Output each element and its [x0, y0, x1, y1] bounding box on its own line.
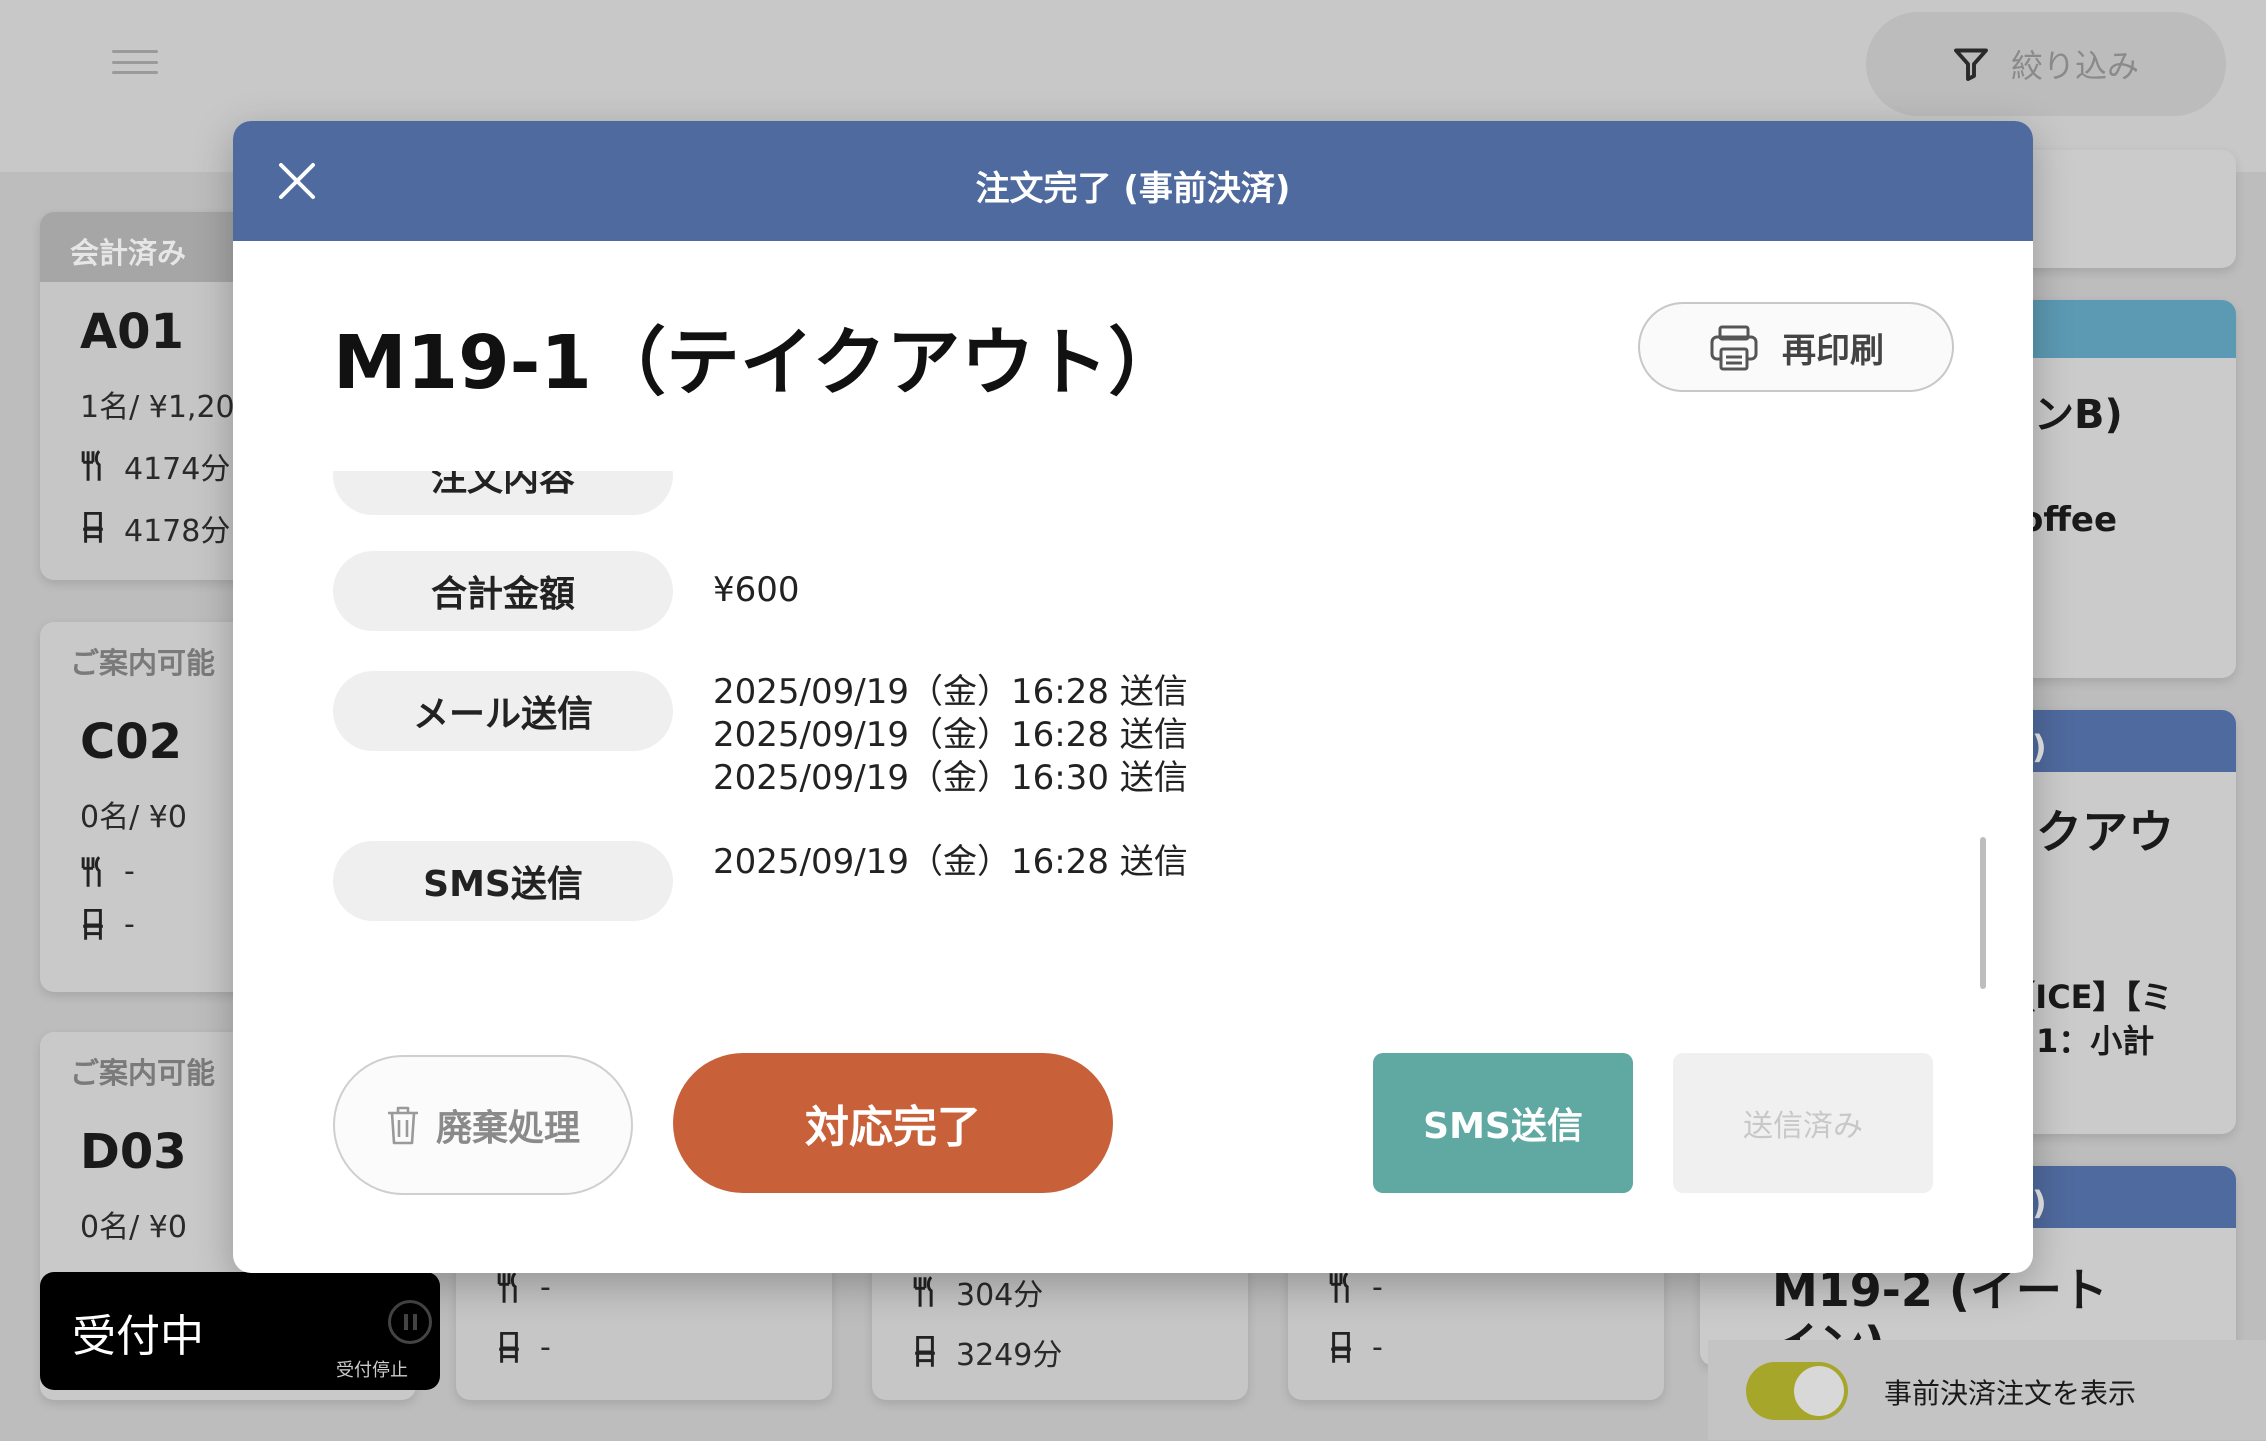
- dispose-button[interactable]: 廃棄処理: [333, 1055, 633, 1195]
- eat-time: -: [1372, 1270, 1383, 1305]
- eat-time-row: 304分: [912, 1270, 1043, 1314]
- trash-icon: [387, 1106, 418, 1145]
- utensils-icon: [81, 450, 101, 481]
- order-title: M19-1（テイクアウト）: [333, 320, 1183, 406]
- reprint-label: 再印刷: [1782, 330, 1884, 371]
- sms-row: SMS送信 2025/09/19（金）16:28 送信: [333, 841, 1188, 921]
- order-card-line: 1：小計: [2036, 1022, 2155, 1060]
- utensils-icon: [497, 1271, 517, 1303]
- mail-sent-entry: 2025/09/19（金）16:28 送信: [713, 715, 1188, 755]
- prepaid-toggle-area: 事前決済注文を表示: [1708, 1340, 2266, 1440]
- order-card-title: クアウ: [2036, 805, 2174, 859]
- sms-sent-entry: 2025/09/19（金）16:28 送信: [713, 842, 1188, 882]
- total-value: ¥600: [713, 570, 800, 610]
- eat-time-row: -: [1328, 1270, 1383, 1305]
- filter-label: 絞り込み: [2010, 47, 2139, 85]
- order-card-line: offee: [2020, 500, 2118, 540]
- reprint-button[interactable]: 再印刷: [1638, 302, 1954, 392]
- eat-time: 4174分: [124, 452, 231, 487]
- mail-values: 2025/09/19（金）16:28 送信 2025/09/19（金）16:28…: [713, 671, 1188, 800]
- sent-button: 送信済み: [1673, 1053, 1933, 1193]
- reception-status-button[interactable]: 受付中 受付停止: [40, 1272, 440, 1390]
- toggle-knob: [1794, 1366, 1844, 1416]
- eat-time: -: [540, 1270, 551, 1305]
- eat-time: -: [124, 854, 135, 889]
- reception-status: 受付中: [72, 1311, 204, 1362]
- mail-sent-entry: 2025/09/19（金）16:30 送信: [713, 758, 1188, 798]
- printer-icon: [1710, 325, 1758, 371]
- reception-stop-label: 受付停止: [336, 1360, 408, 1381]
- menu-icon[interactable]: [112, 50, 158, 74]
- order-contents-label: 注文内容: [430, 471, 575, 499]
- mail-sent-entry: 2025/09/19（金）16:28 送信: [713, 672, 1188, 712]
- pause-icon: [388, 1300, 432, 1344]
- filter-icon: [1954, 48, 1988, 81]
- utensils-icon: [81, 855, 101, 887]
- chair-icon: [83, 512, 103, 543]
- scrollbar[interactable]: [1980, 837, 1986, 989]
- eat-time-row: -: [496, 1270, 551, 1305]
- prepaid-orders-toggle[interactable]: [1746, 1362, 1848, 1420]
- seat-time: 3249分: [956, 1338, 1063, 1373]
- utensils-icon: [913, 1276, 933, 1307]
- filter-button[interactable]: 絞り込み: [1866, 12, 2226, 116]
- seat-time: 4178分: [124, 514, 231, 549]
- order-complete-modal: 注文完了 (事前決済) M19-1（テイクアウト） 再印刷 注文内容 合計金額 …: [233, 121, 2033, 1273]
- modal-title: 注文完了 (事前決済): [975, 169, 1291, 209]
- chair-icon: [83, 908, 103, 940]
- seat-time-row: 3249分: [912, 1330, 1062, 1374]
- seat-time: -: [540, 1330, 551, 1365]
- mail-row: メール送信 2025/09/19（金）16:28 送信 2025/09/19（金…: [333, 671, 1188, 800]
- mail-label: メール送信: [333, 671, 673, 751]
- total-label: 合計金額: [333, 551, 673, 631]
- total-row: 合計金額 ¥600: [333, 551, 800, 631]
- seat-time-row: -: [496, 1330, 551, 1365]
- modal-header: 注文完了 (事前決済): [233, 121, 2033, 241]
- sms-values: 2025/09/19（金）16:28 送信: [713, 841, 1188, 921]
- sms-label: SMS送信: [333, 841, 673, 921]
- eat-time: 304分: [956, 1278, 1044, 1313]
- seat-time: -: [124, 907, 135, 942]
- chair-icon: [499, 1331, 519, 1363]
- chair-icon: [915, 1336, 935, 1367]
- prepaid-orders-toggle-label: 事前決済注文を表示: [1884, 1377, 2137, 1410]
- seat-time-row: -: [1328, 1330, 1383, 1365]
- dispose-label: 廃棄処理: [435, 1108, 580, 1149]
- utensils-icon: [1329, 1271, 1349, 1303]
- complete-button[interactable]: 対応完了: [673, 1053, 1113, 1193]
- send-sms-button[interactable]: SMS送信: [1373, 1053, 1633, 1193]
- order-contents-pill: 注文内容: [333, 471, 673, 515]
- seat-time: -: [1372, 1330, 1383, 1365]
- chair-icon: [1331, 1331, 1351, 1363]
- order-detail-scroll-area[interactable]: 注文内容 合計金額 ¥600 メール送信 2025/09/19（金）16:28 …: [233, 471, 2033, 1111]
